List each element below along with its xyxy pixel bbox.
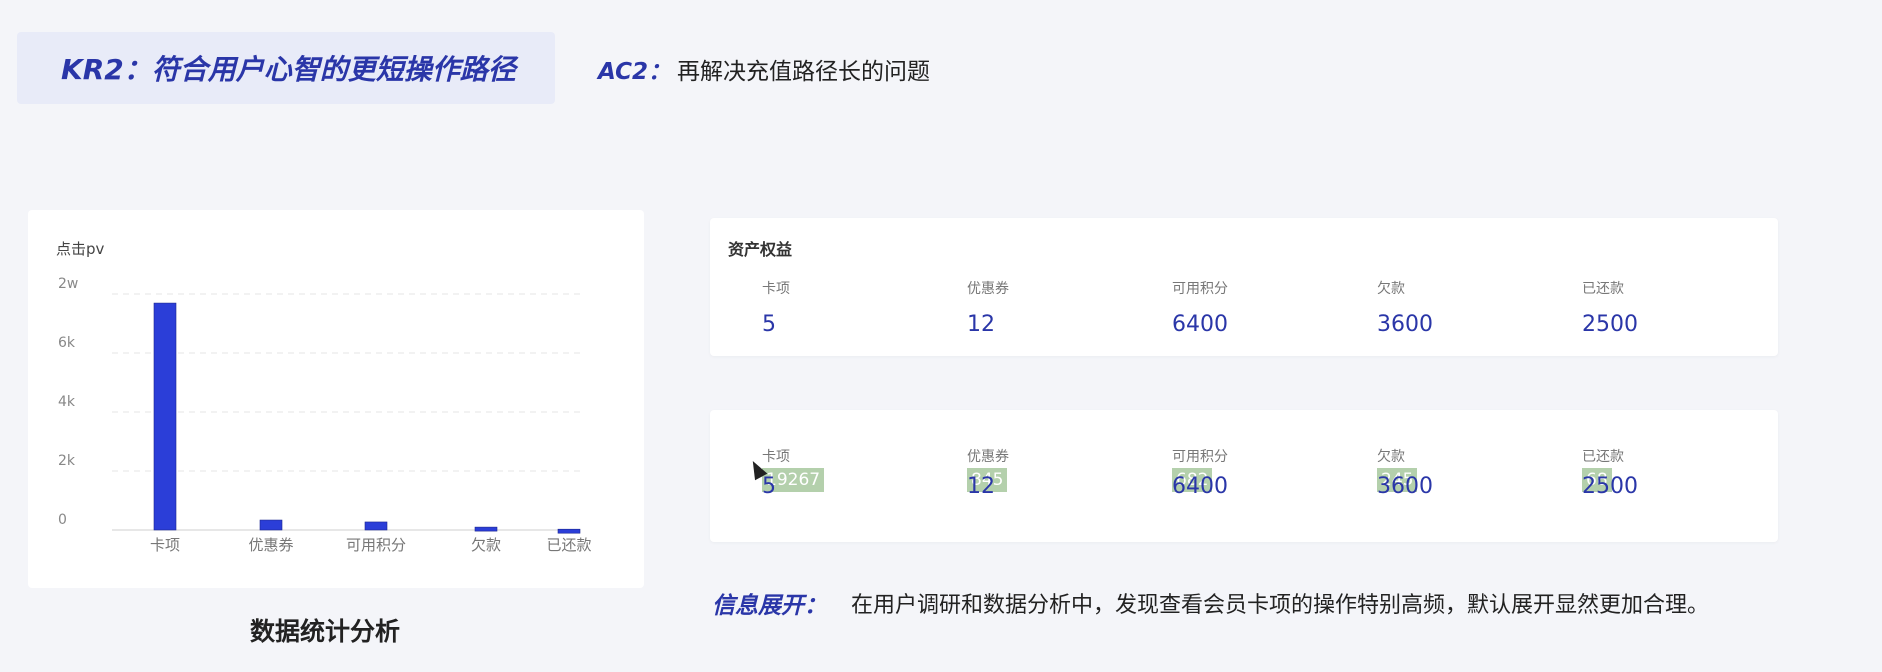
stat-label: 卡项: [762, 281, 790, 297]
stat-label: 优惠券: [967, 449, 1009, 465]
y-tick-label: 2k: [58, 453, 76, 469]
x-tick-label: 已还款: [546, 536, 591, 554]
pv-card: 卡项 19267 5 优惠券 845 12 可用积分 682 6400 欠款 2…: [710, 410, 1778, 542]
x-tick-label: 优惠券: [248, 536, 293, 554]
x-tick-label: 欠款: [471, 536, 501, 554]
chart-caption: 数据统计分析: [249, 617, 400, 646]
ac-text: 再解决充值路径长的问题: [676, 59, 930, 85]
ac-label: AC2：: [598, 59, 671, 85]
bar: [364, 521, 388, 531]
asset-item-card[interactable]: 卡项 5: [762, 278, 952, 337]
pv-chart-card: 点击pv 0 2k 4k 6k 2w 卡项 优惠券 可用积分 欠款 已还款: [28, 210, 644, 588]
pv-item-points[interactable]: 可用积分 682 6400: [1172, 446, 1362, 499]
pv-item-coupon[interactable]: 优惠券 845 12: [967, 446, 1157, 499]
stat-value: 5: [762, 312, 776, 337]
stat-label: 卡项: [762, 449, 790, 465]
asset-item-repaid[interactable]: 已还款 2500: [1582, 278, 1772, 337]
stat-label: 可用积分: [1172, 449, 1228, 465]
y-tick-label: 6k: [58, 335, 76, 351]
stat-value: 2500: [1582, 474, 1638, 499]
stat-value: 12: [967, 312, 995, 337]
asset-item-debt[interactable]: 欠款 3600: [1377, 278, 1567, 337]
bar: [153, 302, 177, 531]
stat-label: 已还款: [1582, 449, 1624, 465]
ac-line: AC2： 再解决充值路径长的问题: [598, 52, 930, 86]
stat-label: 欠款: [1377, 449, 1405, 465]
x-tick-label: 卡项: [150, 536, 180, 554]
info-label: 信息展开：: [712, 593, 827, 619]
kr-banner: KR2：符合用户心智的更短操作路径: [17, 32, 555, 104]
pv-bar-chart: 点击pv 0 2k 4k 6k 2w 卡项 优惠券 可用积分 欠款 已还款: [56, 240, 592, 554]
y-tick-label: 0: [58, 512, 67, 528]
bar: [474, 526, 498, 532]
stat-label: 优惠券: [967, 281, 1009, 297]
stat-label: 已还款: [1582, 281, 1624, 297]
stat-value: 12: [967, 474, 995, 499]
stat-value: 6400: [1172, 474, 1228, 499]
bar: [259, 519, 283, 531]
stat-value: 2500: [1582, 312, 1638, 337]
stat-value: 3600: [1377, 312, 1433, 337]
asset-item-coupon[interactable]: 优惠券 12: [967, 278, 1157, 337]
pv-item-debt[interactable]: 欠款 245 3600: [1377, 446, 1567, 499]
info-line: 信息展开： 在用户调研和数据分析中，发现查看会员卡项的操作特别高频，默认展开显然…: [712, 586, 1709, 620]
stat-value: 5: [762, 474, 776, 499]
info-text: 在用户调研和数据分析中，发现查看会员卡项的操作特别高频，默认展开显然更加合理。: [851, 593, 1710, 618]
y-tick-label: 2w: [58, 276, 78, 292]
y-tick-label: 4k: [58, 394, 76, 410]
bar: [557, 528, 581, 534]
pv-item-repaid[interactable]: 已还款 68 2500: [1582, 446, 1772, 499]
chart-title: 点击pv: [56, 240, 105, 258]
stat-value: 6400: [1172, 312, 1228, 337]
stat-value: 3600: [1377, 474, 1433, 499]
pv-item-card[interactable]: 卡项 19267 5: [762, 446, 952, 499]
stat-label: 欠款: [1377, 281, 1405, 297]
x-tick-label: 可用积分: [346, 536, 406, 554]
asset-item-points[interactable]: 可用积分 6400: [1172, 278, 1362, 337]
asset-card-title: 资产权益: [728, 240, 793, 259]
kr-title: KR2：符合用户心智的更短操作路径: [61, 53, 516, 86]
stat-label: 可用积分: [1172, 281, 1228, 297]
asset-card: 资产权益 卡项 5 优惠券 12 可用积分 6400 欠款 3600 已还款 2…: [710, 218, 1778, 356]
